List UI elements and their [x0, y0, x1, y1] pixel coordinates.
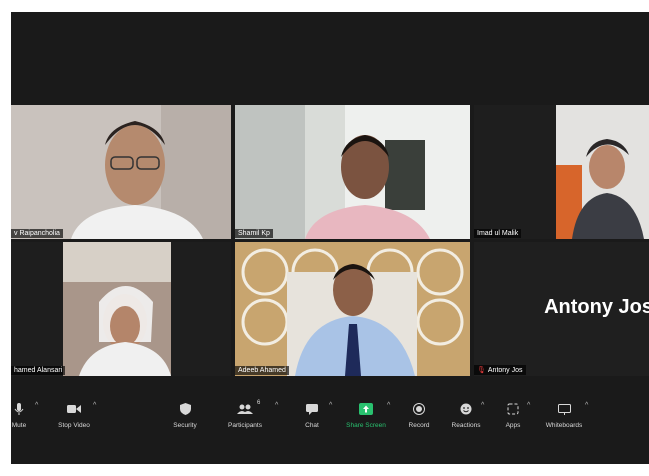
share-options-caret[interactable]: ^ [387, 402, 390, 409]
record-button[interactable]: Record [405, 402, 433, 429]
security-label: Security [173, 422, 197, 429]
record-icon [413, 403, 425, 415]
participant-video [11, 105, 231, 239]
stop-video-label: Stop Video [58, 422, 90, 429]
apps-grid-icon [507, 403, 519, 415]
mic-muted-icon: 🎙 [477, 367, 486, 374]
participant-name: v Raipancholia [11, 229, 63, 238]
mute-options-caret[interactable]: ^ [35, 402, 38, 409]
shield-icon [179, 403, 191, 415]
reactions-smiley-icon [460, 403, 471, 415]
meeting-toolbar: Mute ^ Stop Video ^ Security Participant… [11, 398, 649, 438]
reactions-button[interactable]: Reactions [447, 402, 485, 429]
participants-count-badge: 6 [257, 400, 261, 406]
participant-name: hamed Alansari [11, 366, 66, 375]
reactions-label: Reactions [451, 422, 481, 429]
stop-video-button[interactable]: Stop Video [53, 402, 95, 429]
whiteboards-options-caret[interactable]: ^ [585, 402, 588, 409]
whiteboard-icon [557, 403, 571, 415]
record-label: Record [408, 422, 430, 429]
participants-label: Participants [228, 422, 262, 429]
participant-name: Antony Jos [487, 367, 523, 374]
chat-label: Chat [305, 422, 319, 429]
video-tile-1[interactable]: v Raipancholia [11, 105, 231, 239]
participant-video [63, 242, 171, 376]
chat-options-caret[interactable]: ^ [329, 402, 332, 409]
participant-name: Adeeb Ahamed [235, 366, 289, 375]
reactions-options-caret[interactable]: ^ [481, 402, 484, 409]
apps-label: Apps [505, 422, 521, 429]
share-screen-label: Share Screen [346, 422, 386, 429]
participant-video [235, 242, 470, 376]
mute-label: Mute [11, 422, 27, 429]
participants-button[interactable]: Participants [221, 402, 269, 429]
video-tile-4[interactable]: hamed Alansari [11, 242, 231, 376]
microphone-icon [14, 403, 24, 415]
video-options-caret[interactable]: ^ [93, 402, 96, 409]
chat-button[interactable]: Chat [299, 402, 325, 429]
chat-bubble-icon [306, 403, 318, 415]
participant-display-name: Antony Jos [544, 296, 649, 318]
participant-name: Imad ul Malik [474, 229, 522, 238]
video-tile-3[interactable]: Imad ul Malik [474, 105, 649, 239]
mute-button[interactable]: Mute [11, 402, 27, 429]
video-camera-icon [67, 405, 81, 413]
video-tile-5[interactable]: Adeeb Ahamed [235, 242, 470, 376]
whiteboards-label: Whiteboards [545, 422, 583, 429]
apps-button[interactable]: Apps [501, 402, 525, 429]
participants-options-caret[interactable]: ^ [275, 402, 278, 409]
participant-name-tag: 🎙 Antony Jos [474, 365, 526, 375]
participant-video [556, 105, 649, 239]
participant-video [235, 105, 470, 239]
apps-options-caret[interactable]: ^ [527, 402, 530, 409]
video-tile-2[interactable]: Shamil Kp [235, 105, 470, 239]
video-tile-6[interactable]: Antony Jos 🎙 Antony Jos [474, 242, 649, 376]
participants-icon [237, 404, 253, 414]
whiteboards-button[interactable]: Whiteboards [541, 402, 587, 429]
participant-name: Shamil Kp [235, 229, 273, 238]
security-button[interactable]: Security [167, 402, 203, 429]
zoom-meeting-window: v Raipancholia Shamil Kp Imad ul Malik h… [11, 12, 649, 464]
share-screen-button[interactable]: Share Screen [343, 402, 389, 429]
share-screen-icon [359, 403, 373, 415]
